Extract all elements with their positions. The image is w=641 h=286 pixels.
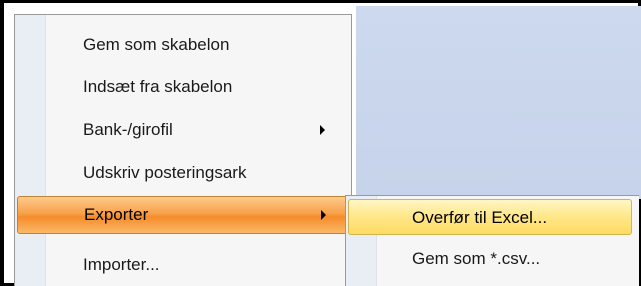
menu-item-save-as-template[interactable]: Gem som skabelon	[15, 24, 351, 66]
submenu-arrow-icon	[321, 210, 326, 220]
submenu-item-label: Overfør til Excel...	[412, 208, 548, 227]
menu-item-insert-from-template[interactable]: Indsæt fra skabelon	[15, 66, 351, 108]
context-menu: Gem som skabelon Indsæt fra skabelon Ban…	[14, 14, 352, 286]
menu-item-label: Exporter	[84, 205, 149, 224]
menu-item-label: Bank-/girofil	[83, 120, 173, 139]
submenu-item-label: Gem som *.csv...	[412, 249, 541, 268]
menu-item-bank-file[interactable]: Bank-/girofil	[15, 109, 351, 151]
menu-item-label: Indsæt fra skabelon	[83, 77, 233, 96]
menu-item-export[interactable]: Exporter	[17, 196, 349, 234]
menu-item-label: Gem som skabelon	[83, 35, 230, 54]
background-panel	[356, 6, 641, 199]
menu-item-label: Udskriv posteringsark	[83, 163, 247, 182]
menu-item-import[interactable]: Importer...	[15, 244, 351, 286]
menu-item-print-posting-sheet[interactable]: Udskriv posteringsark	[15, 152, 351, 194]
submenu-item-export-to-excel[interactable]: Overfør til Excel...	[348, 199, 632, 235]
submenu-arrow-icon	[320, 125, 325, 135]
menu-item-label: Importer...	[83, 255, 160, 274]
submenu-item-save-as-csv[interactable]: Gem som *.csv...	[346, 240, 638, 278]
export-submenu: Overfør til Excel... Gem som *.csv...	[345, 195, 639, 286]
